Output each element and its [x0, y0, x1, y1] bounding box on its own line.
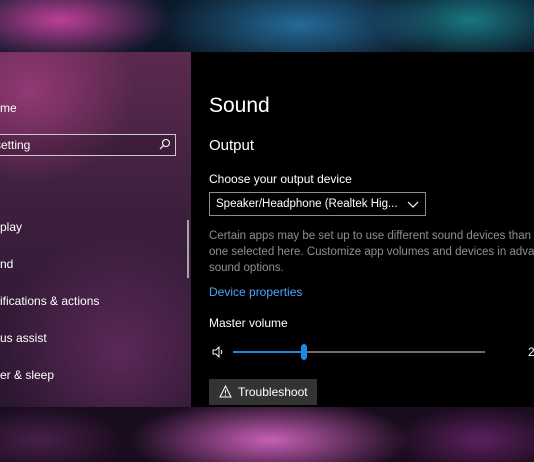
output-device-dropdown[interactable]: Speaker/Headphone (Realtek Hig...	[209, 192, 426, 216]
master-volume-value: 2	[528, 345, 534, 359]
sidebar-scrollbar[interactable]	[187, 220, 189, 278]
search-icon[interactable]	[159, 138, 171, 150]
description-line: sound options.	[209, 262, 284, 274]
slider-fill	[233, 351, 304, 353]
sidebar-item-focus-assist[interactable]: us assist	[0, 326, 185, 350]
output-device-value: Speaker/Headphone (Realtek Hig...	[216, 198, 398, 210]
description-line: one selected here. Customize app volumes…	[209, 246, 534, 258]
sidebar: me play nd ifications & actions us assis…	[0, 52, 191, 407]
master-volume-label: Master volume	[209, 316, 288, 330]
troubleshoot-label: Troubleshoot	[238, 385, 308, 399]
output-device-label: Choose your output device	[209, 172, 352, 186]
sidebar-item-sound[interactable]: nd	[0, 252, 185, 276]
page-title: Sound	[209, 94, 270, 117]
search-box	[0, 134, 176, 156]
sidebar-item-home[interactable]: me	[0, 101, 17, 115]
warning-icon	[219, 385, 232, 398]
sidebar-item-notifications[interactable]: ifications & actions	[0, 289, 185, 313]
output-description: Certain apps may be set up to use differ…	[209, 228, 534, 276]
sidebar-item-display[interactable]: play	[0, 215, 185, 239]
slider-thumb[interactable]	[301, 344, 307, 360]
master-volume-slider[interactable]	[233, 342, 485, 362]
sound-page: Sound Output Choose your output device S…	[191, 52, 534, 407]
troubleshoot-button[interactable]: Troubleshoot	[209, 379, 317, 405]
device-properties-link[interactable]: Device properties	[209, 285, 302, 299]
speaker-icon[interactable]	[212, 346, 224, 358]
sidebar-item-power-sleep[interactable]: er & sleep	[0, 363, 185, 387]
output-heading: Output	[209, 137, 255, 154]
settings-window: me play nd ifications & actions us assis…	[0, 52, 534, 407]
chevron-down-icon	[407, 201, 419, 208]
search-input[interactable]	[0, 135, 155, 155]
description-line: Certain apps may be set up to use differ…	[209, 230, 531, 242]
